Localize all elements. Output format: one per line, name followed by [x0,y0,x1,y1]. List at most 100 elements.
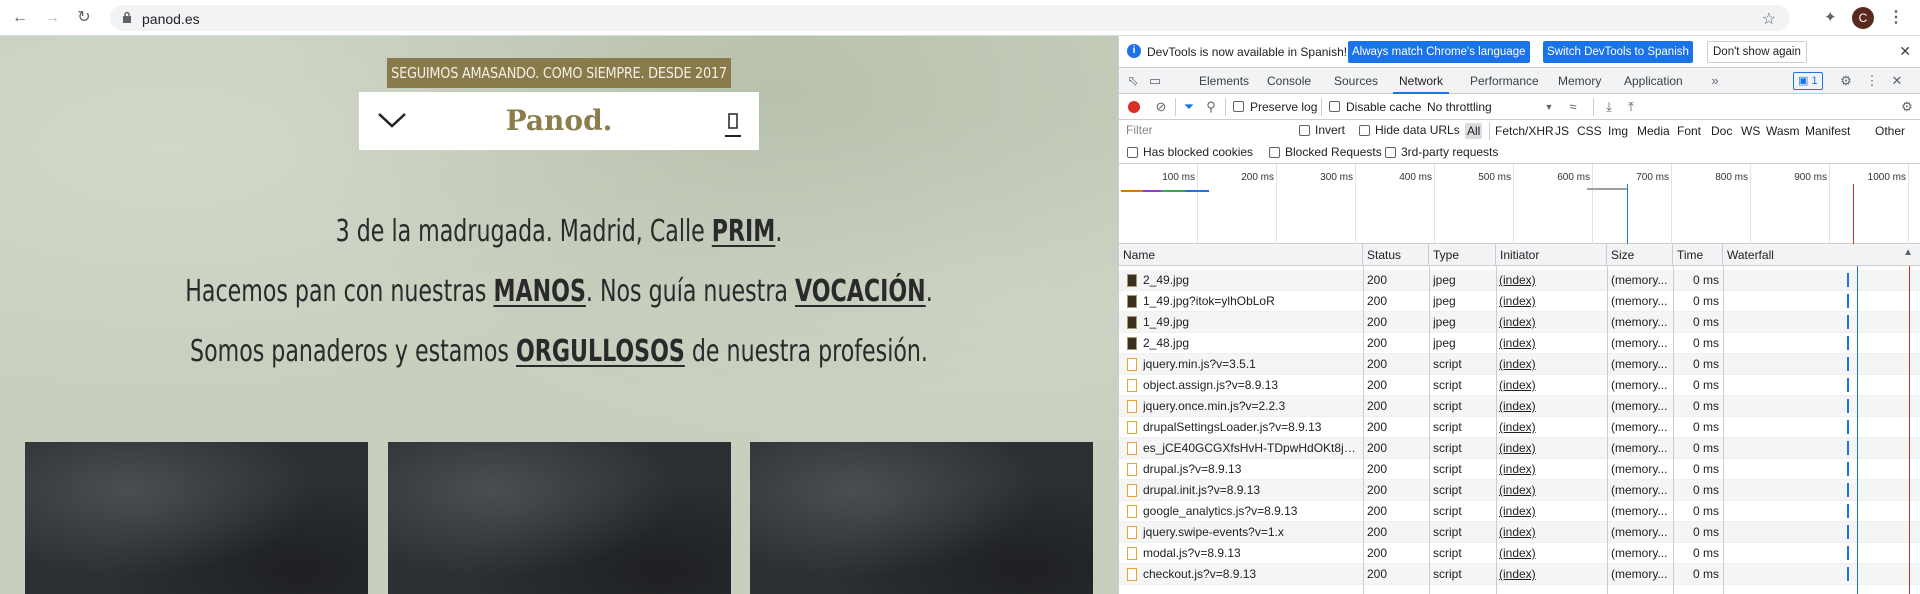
devtools-menu-icon[interactable]: ⋮ [1864,73,1880,89]
filter-type-media[interactable]: Media [1635,123,1672,139]
filter-type-font[interactable]: Font [1675,123,1703,139]
filter-type-doc[interactable]: Doc [1709,123,1734,139]
avatar[interactable]: C [1852,7,1874,29]
cart-icon[interactable] [725,110,741,138]
tab-network[interactable]: Network [1393,68,1450,94]
request-initiator[interactable]: (index) [1499,417,1599,438]
col-name[interactable]: Name [1119,244,1363,266]
filter-type-manifest[interactable]: Manifest [1803,123,1852,139]
chevron-down-icon[interactable]: ▼ [1541,99,1557,115]
request-name[interactable]: object.assign.js?v=8.9.13 [1143,375,1359,396]
close-devtools-icon[interactable]: ✕ [1889,73,1905,89]
invert-checkbox[interactable] [1299,125,1310,136]
request-initiator[interactable]: (index) [1499,501,1599,522]
col-status[interactable]: Status [1363,244,1429,266]
request-initiator[interactable]: (index) [1499,270,1599,291]
table-row[interactable]: google_analytics.js?v=8.9.13 200 script (in… [1119,501,1920,522]
link-vocacion[interactable]: VOCACIÓN [795,274,926,309]
request-name[interactable]: jquery.once.min.js?v=2.2.3 [1143,396,1359,417]
search-icon[interactable]: ⚲ [1203,99,1219,115]
filter-type-ws[interactable]: WS [1739,123,1762,139]
image-panel-2[interactable] [388,442,731,594]
bookmark-star-icon[interactable]: ☆ [1762,9,1776,29]
image-panel-1[interactable] [25,442,368,594]
request-name[interactable]: modal.js?v=8.9.13 [1143,543,1359,564]
tab-elements[interactable]: Elements [1193,68,1255,94]
sort-up-icon[interactable]: ▲ [1903,247,1913,258]
filter-input[interactable]: Filter [1123,122,1281,140]
col-time[interactable]: Time [1673,244,1723,266]
back-icon[interactable]: ← [10,8,30,28]
col-size[interactable]: Size [1607,244,1673,266]
request-initiator[interactable]: (index) [1499,333,1599,354]
disable-cache-checkbox[interactable] [1329,101,1340,112]
filter-icon[interactable]: ⏷ [1181,99,1197,115]
link-prim[interactable]: PRIM [712,214,776,249]
device-toggle-icon[interactable]: ▭ [1147,73,1163,89]
tab-application[interactable]: Application [1618,68,1689,94]
chrome-menu-icon[interactable]: ⋮ [1888,7,1904,27]
col-initiator[interactable]: Initiator [1496,244,1607,266]
third-party-checkbox[interactable] [1385,147,1396,158]
request-initiator[interactable]: (index) [1499,564,1599,585]
table-row[interactable]: object.assign.js?v=8.9.13 200 script (index… [1119,375,1920,396]
request-initiator[interactable]: (index) [1499,396,1599,417]
request-name[interactable]: drupal.js?v=8.9.13 [1143,459,1359,480]
blocked-requests-checkbox[interactable] [1269,147,1280,158]
match-language-button[interactable]: Always match Chrome's language [1348,41,1530,63]
col-waterfall[interactable]: Waterfall [1723,244,1920,266]
site-logo[interactable]: Panod. [359,104,759,137]
table-row[interactable]: 2_49.jpg 200 jpeg (index) (memory... 0 ms [1119,270,1920,291]
tab-memory[interactable]: Memory [1552,68,1607,94]
gear-icon[interactable]: ⚙ [1838,73,1854,89]
request-initiator[interactable]: (index) [1499,522,1599,543]
request-name[interactable]: es_jCE40GCGXfsHvH-TDpwHdOKt8jdu... [1143,438,1359,459]
request-initiator[interactable]: (index) [1499,438,1599,459]
table-row[interactable]: 2_48.jpg 200 jpeg (index) (memory... 0 ms [1119,333,1920,354]
filter-type-css[interactable]: CSS [1575,123,1604,139]
request-name[interactable]: jquery.min.js?v=3.5.1 [1143,354,1359,375]
image-panel-3[interactable] [750,442,1093,594]
blocked-cookies-checkbox[interactable] [1127,147,1138,158]
tab-performance[interactable]: Performance [1464,68,1545,94]
request-name[interactable]: google_analytics.js?v=8.9.13 [1143,501,1359,522]
more-tabs-icon[interactable]: » [1707,73,1723,89]
export-har-icon[interactable]: ⤒ [1623,99,1639,115]
inspect-icon[interactable]: ⬁ [1125,73,1141,89]
filter-type-all[interactable]: All [1465,123,1483,139]
request-name[interactable]: drupal.init.js?v=8.9.13 [1143,480,1359,501]
timeline-overview[interactable]: 100 ms 200 ms 300 ms 400 ms 500 ms 600 ms 700 … [1119,164,1920,244]
col-type[interactable]: Type [1429,244,1496,266]
reload-icon[interactable]: ↻ [74,8,94,28]
request-initiator[interactable]: (index) [1499,459,1599,480]
address-bar[interactable]: panod.es ☆ [110,5,1790,31]
dont-show-again-button[interactable]: Don't show again [1707,41,1807,63]
filter-type-other[interactable]: Other [1873,123,1907,139]
clear-icon[interactable]: ⊘ [1153,99,1169,115]
throttling-select[interactable]: No throttling [1427,100,1492,114]
tab-console[interactable]: Console [1261,68,1317,94]
extensions-icon[interactable]: ✦ [1824,8,1842,26]
table-row[interactable]: drupal.js?v=8.9.13 200 script (index) (memor… [1119,459,1920,480]
hide-data-urls-checkbox[interactable] [1359,125,1370,136]
import-har-icon[interactable]: ⤓ [1601,99,1617,115]
table-row[interactable]: checkout.js?v=8.9.13 200 script (index) (mem… [1119,564,1920,585]
table-row[interactable]: jquery.swipe-events?v=1.x 200 script (index… [1119,522,1920,543]
table-row[interactable]: drupalSettingsLoader.js?v=8.9.13 200 scrip… [1119,417,1920,438]
table-row[interactable]: es_jCE40GCGXfsHvH-TDpwHdOKt8jdu... 200 scr… [1119,438,1920,459]
request-name[interactable]: jquery.swipe-events?v=1.x [1143,522,1359,543]
table-row[interactable]: 1_49.jpg?itok=ylhObLoR 200 jpeg (index) (mem… [1119,291,1920,312]
preserve-log-checkbox[interactable] [1233,101,1244,112]
request-name[interactable]: checkout.js?v=8.9.13 [1143,564,1359,585]
request-name[interactable]: 1_49.jpg?itok=ylhObLoR [1143,291,1359,312]
filter-type-img[interactable]: Img [1606,123,1630,139]
request-initiator[interactable]: (index) [1499,291,1599,312]
table-row[interactable]: modal.js?v=8.9.13 200 script (index) (memory… [1119,543,1920,564]
table-row[interactable]: jquery.once.min.js?v=2.2.3 200 script (inde… [1119,396,1920,417]
link-manos[interactable]: MANOS [493,274,585,309]
request-initiator[interactable]: (index) [1499,375,1599,396]
forward-icon[interactable]: → [42,8,62,28]
request-initiator[interactable]: (index) [1499,543,1599,564]
record-icon[interactable] [1128,101,1140,113]
switch-spanish-button[interactable]: Switch DevTools to Spanish [1543,41,1693,63]
